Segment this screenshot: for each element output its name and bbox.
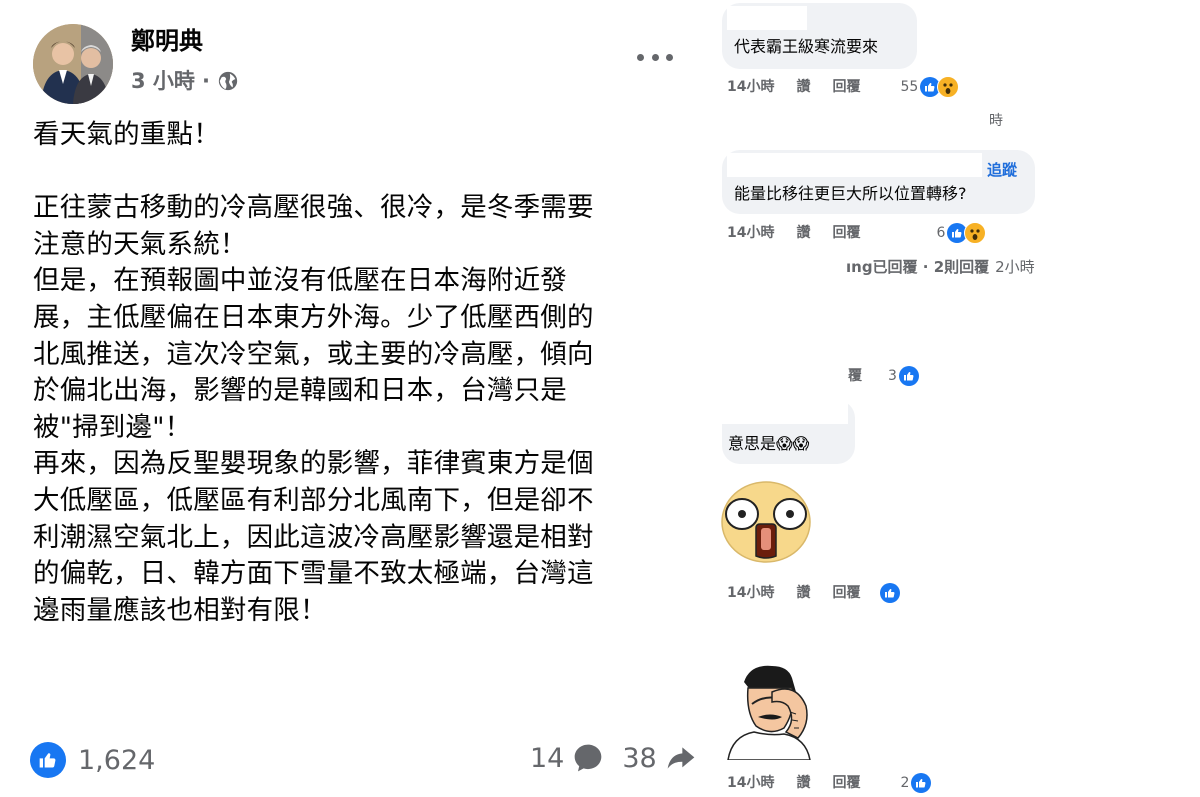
- reaction-summary[interactable]: 1,624: [30, 742, 155, 778]
- like-icon: [898, 366, 919, 386]
- like-link[interactable]: 讚: [796, 583, 810, 603]
- comment-count: 14: [530, 742, 565, 774]
- post-body: 看天氣的重點！ 正往蒙古移動的冷高壓很強、很冷，是冬季需要 注意的天氣系統！ 但…: [33, 117, 673, 629]
- comment-reactions[interactable]: 3: [888, 366, 919, 386]
- separator-dot: ·: [201, 69, 210, 93]
- comment-actions: 14小時 讚 回覆 2: [727, 773, 932, 793]
- reaction-count: 2: [900, 775, 910, 791]
- post-line: 但是，在預報圖中並沒有低壓在日本海附近發: [33, 265, 567, 297]
- reaction-count: 1,624: [78, 744, 156, 776]
- wow-icon: [937, 76, 960, 98]
- comment-text: 代表霸王級寒流要來: [734, 37, 879, 56]
- sub-reply-time[interactable]: 時: [989, 111, 1003, 131]
- redacted-name: [727, 6, 807, 30]
- share-count-group[interactable]: 38: [622, 742, 696, 774]
- replies-link[interactable]: ıng已回覆 · 2則回覆: [846, 257, 989, 277]
- post-line: 再來，因為反聖嬰現象的影響，菲律賓東方是個: [33, 448, 594, 480]
- wow-icon: [964, 222, 987, 244]
- redacted-name: [727, 153, 982, 177]
- post-meta: 3 小時 ·: [131, 66, 239, 96]
- comment-time[interactable]: 14小時: [727, 583, 774, 603]
- post-line: 於偏北出海，影響的是韓國和日本，台灣只是: [33, 375, 567, 407]
- post-line: 看天氣的重點！: [33, 119, 220, 150]
- reaction-count: 55: [900, 79, 919, 95]
- like-link[interactable]: 讚: [796, 223, 810, 243]
- comment-reactions[interactable]: 2: [900, 773, 932, 793]
- redacted-name: [722, 398, 848, 424]
- post-line: 被"掃到邊"！: [33, 411, 192, 443]
- post-line: 注意的天氣系統！: [33, 228, 247, 260]
- replies-time: 2小時: [995, 258, 1035, 276]
- post-line: 正往蒙古移動的冷高壓很強、很冷，是冬季需要: [33, 192, 594, 224]
- comment-reactions[interactable]: 55: [900, 76, 960, 98]
- comment-actions: 14小時 讚 回覆 55: [727, 76, 960, 98]
- reply-link[interactable]: 回覆: [832, 77, 860, 97]
- comment-reactions[interactable]: 6: [936, 222, 987, 244]
- more-icon[interactable]: [637, 45, 673, 69]
- author-avatar[interactable]: [33, 24, 113, 104]
- shocked-face-sticker: [721, 481, 811, 563]
- engagement-counts: 14 38: [530, 742, 715, 774]
- facepalm-man-sticker: [727, 665, 811, 760]
- follow-link[interactable]: 追蹤: [987, 159, 1017, 180]
- comment-icon: [575, 744, 602, 772]
- post-line: 大低壓區，低壓區有利部分北風南下，但是卻不: [33, 484, 594, 516]
- comment-time[interactable]: 14小時: [727, 223, 774, 243]
- comment-text: 能量比移往更巨大所以位置轉移?: [734, 184, 967, 203]
- comment-time[interactable]: 14小時: [727, 773, 774, 793]
- reaction-count: 6: [936, 225, 946, 241]
- comment-time[interactable]: 14小時: [727, 77, 774, 97]
- share-count: 38: [622, 742, 657, 774]
- share-icon: [667, 747, 695, 769]
- like-link[interactable]: 讚: [796, 773, 810, 793]
- like-icon[interactable]: [880, 583, 901, 603]
- post-line: 北風推送，這次冷空氣，或主要的冷高壓，傾向: [33, 338, 594, 370]
- author-name[interactable]: 鄭明典: [131, 24, 203, 58]
- comment-actions: 覆 3: [848, 366, 919, 386]
- like-icon: [911, 773, 932, 793]
- reply-link[interactable]: 回覆: [832, 583, 860, 603]
- post-line: 的偏乾，日、韓方面下雪量不致太極端，台灣這: [33, 558, 594, 590]
- reply-link[interactable]: 回覆: [832, 223, 860, 243]
- post-line: 邊雨量應該也相對有限！: [33, 594, 327, 626]
- comment-text: 意思是😱😱: [728, 434, 810, 453]
- post-line: 利潮濕空氣北上，因此這波冷高壓影響還是相對: [33, 521, 594, 553]
- reply-link[interactable]: 覆: [848, 366, 862, 386]
- globe-icon: [218, 71, 238, 91]
- replies-summary[interactable]: ıng已回覆 · 2則回覆 2小時: [846, 257, 1035, 277]
- post-time[interactable]: 3 小時: [131, 66, 195, 96]
- reaction-count: 3: [888, 368, 897, 384]
- comment-actions: 14小時 讚 回覆 6: [727, 222, 987, 244]
- reply-link[interactable]: 回覆: [832, 773, 860, 793]
- like-icon: [30, 742, 66, 778]
- comment-count-group[interactable]: 14: [530, 742, 604, 774]
- post-line: [33, 154, 673, 191]
- comment-actions: 14小時 讚 回覆: [727, 583, 901, 603]
- like-link[interactable]: 讚: [796, 77, 810, 97]
- post-line: 展，主低壓偏在日本東方外海。少了低壓西側的: [33, 301, 594, 333]
